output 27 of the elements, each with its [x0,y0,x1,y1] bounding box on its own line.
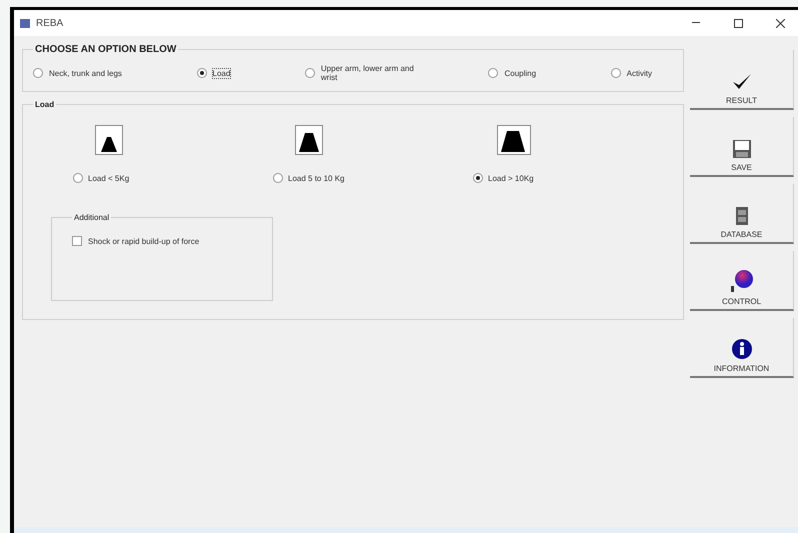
control-button[interactable]: CONTROL [690,251,794,311]
save-button[interactable]: SAVE [690,117,794,177]
option-radio[interactable]: Neck, trunk and legs [33,68,123,78]
option-radio[interactable]: Upper arm, lower arm and wrist [304,63,415,83]
weight-icon [497,125,531,155]
close-icon [776,18,784,28]
group-title: Load [34,100,56,109]
load-radio[interactable]: Load > 10Kg [473,173,534,183]
weight-icon [95,125,123,155]
group-title: CHOOSE AN OPTION BELOW [34,44,178,55]
sphere-icon [728,269,754,293]
window-title: REBA [36,18,64,28]
information-button[interactable]: INFORMATION [690,318,794,378]
database-button[interactable]: DATABASE [690,184,794,244]
group-title: Additional [73,213,110,222]
load-radio[interactable]: Load 5 to 10 Kg [273,173,344,183]
load-radio[interactable]: Load < 5Kg [73,173,130,183]
result-button[interactable]: RESULT [690,50,794,110]
option-radio[interactable]: Coupling [488,68,538,78]
app-icon [20,18,30,28]
maximize-icon [734,18,742,28]
info-icon [730,338,752,360]
shock-checkbox[interactable]: Shock or rapid build-up of force [72,236,252,246]
cabinet-icon [734,206,748,226]
weight-icon [295,125,323,155]
minimize-icon [692,22,700,24]
option-radio[interactable]: Activity [610,68,653,78]
